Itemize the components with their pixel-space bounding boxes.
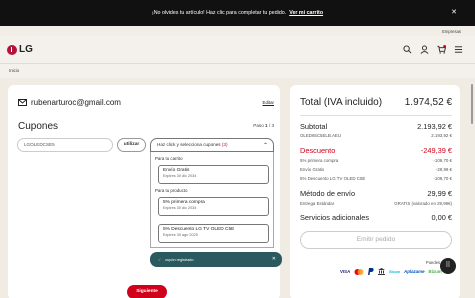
total-value: 1.974,52 € bbox=[404, 97, 452, 108]
user-icon[interactable] bbox=[420, 45, 429, 54]
user-email: rubenarturoc@gmail.com bbox=[31, 98, 121, 107]
cart-icon[interactable] bbox=[437, 45, 446, 54]
discount-item: 5% Descuento LG TV OLED C5E -109,70 € bbox=[300, 176, 452, 181]
discount-item: Envío Gratis -29,99 € bbox=[300, 167, 452, 172]
coupon-option-title: Envío Gratis bbox=[163, 168, 190, 173]
coupon-option[interactable]: 5% Descuento LG TV OLED C5E Expires 30 a… bbox=[158, 224, 269, 243]
place-order-button[interactable]: Emitir pedido bbox=[300, 231, 452, 249]
mail-icon bbox=[18, 99, 27, 106]
step-current: 1 bbox=[265, 123, 268, 128]
breadcrumb-home[interactable]: Inicio bbox=[9, 68, 19, 73]
toast-message: cupón registrado bbox=[165, 258, 194, 262]
banner-message: ¡No olvides tu artículo! Haz clic para c… bbox=[151, 10, 287, 16]
sku-label: OLED65C5ELB.AEU bbox=[300, 133, 341, 138]
section-title: Cupones bbox=[18, 121, 59, 132]
lg-logo[interactable]: LG bbox=[7, 44, 33, 55]
step-label: Paso bbox=[253, 123, 264, 128]
lg-logo-icon bbox=[7, 44, 17, 55]
discount-item-value: -29,99 € bbox=[435, 167, 452, 172]
logo-text: LG bbox=[19, 44, 33, 55]
sku-value: 2.193,92 € bbox=[431, 133, 452, 138]
step-indicator: Paso 1 / 3 bbox=[253, 123, 274, 128]
close-toast-icon[interactable]: ✕ bbox=[272, 256, 276, 262]
visa-logo: VISA bbox=[340, 269, 351, 274]
shipping-note: GRATIS (valorado en 29,99€) bbox=[394, 201, 452, 206]
discount-item-label: Envío Gratis bbox=[300, 167, 325, 172]
promo-banner[interactable]: ¡No olvides tu artículo! Haz clic para c… bbox=[0, 0, 475, 26]
site-header: LG bbox=[0, 36, 475, 64]
coupon-option-expiry: Expires 30 dic 2034 bbox=[163, 174, 197, 178]
payment-logos: VISA Bizum Aplazame Bizum bbox=[340, 268, 442, 275]
discount-item-label: 5% Descuento LG TV OLED C5E bbox=[300, 176, 366, 181]
coupon-input[interactable]: LGOLEDCSE5 bbox=[17, 138, 113, 152]
subtotal-value: 2.193,92 € bbox=[417, 122, 452, 131]
coupon-option[interactable]: 5% primera compra Expires 30 dic 2034 bbox=[158, 197, 269, 216]
discount-value: -249,39 € bbox=[420, 146, 452, 155]
menu-icon[interactable] bbox=[454, 45, 463, 54]
coupon-option-expiry: Expires 30 ago 2025 bbox=[163, 233, 198, 237]
utility-bar: Empresas bbox=[0, 26, 475, 36]
view-cart-link[interactable]: Ver mi carrito bbox=[289, 10, 323, 16]
coupon-dropdown-panel: Para tu carrito Envío Gratis Expires 30 … bbox=[150, 152, 274, 248]
coupon-count-badge: (3) bbox=[221, 142, 228, 147]
coupon-toast: ✓ cupón registrado ✕ bbox=[150, 252, 282, 267]
subtotal-row: Subtotal 2.193,92 € bbox=[300, 122, 452, 131]
subtotal-label: Subtotal bbox=[300, 122, 328, 131]
services-row: Servicios adicionales 0,00 € bbox=[300, 213, 452, 222]
services-label: Servicios adicionales bbox=[300, 213, 370, 222]
search-icon[interactable] bbox=[403, 45, 412, 54]
paypal-logo bbox=[368, 268, 374, 275]
checkout-card: rubenarturoc@gmail.com Editar Cupones Pa… bbox=[8, 85, 282, 298]
group-product-label: Para tu producto bbox=[155, 188, 188, 193]
coupon-option[interactable]: Envío Gratis Expires 30 dic 2034 bbox=[158, 165, 269, 184]
aplazame-logo: Aplazame bbox=[404, 269, 425, 274]
empresas-link[interactable]: Empresas bbox=[442, 29, 461, 34]
coupon-option-title: 5% primera compra bbox=[163, 200, 205, 205]
email-row: rubenarturoc@gmail.com bbox=[18, 98, 121, 107]
use-coupon-button[interactable]: utilizar bbox=[117, 138, 146, 152]
scrollbar[interactable] bbox=[471, 84, 473, 124]
bizum-logo: Bizum bbox=[389, 269, 401, 274]
discount-item-value: -109,70 € bbox=[433, 176, 452, 181]
group-cart-label: Para tu carrito bbox=[155, 156, 183, 161]
services-value: 0,00 € bbox=[431, 213, 452, 222]
shipping-row: Método de envío 29,99 € bbox=[300, 189, 452, 198]
shipping-value: 29,99 € bbox=[427, 189, 452, 198]
next-button[interactable]: Siguiente bbox=[127, 285, 167, 298]
discount-item-label: 5% primera compra bbox=[300, 158, 339, 163]
coupon-option-title: 5% Descuento LG TV OLED C5E bbox=[163, 227, 235, 232]
discount-row: Descuento -249,39 € bbox=[300, 146, 452, 155]
shipping-detail: Entrega Estándar GRATIS (valorado en 29,… bbox=[300, 201, 452, 206]
shipping-label: Método de envío bbox=[300, 189, 356, 198]
coupon-dropdown[interactable]: Haz click y selecciona cupones (3) ⌃ bbox=[150, 138, 274, 152]
edit-email-link[interactable]: Editar bbox=[263, 100, 274, 105]
check-icon: ✓ bbox=[158, 258, 162, 262]
close-icon[interactable]: ✕ bbox=[451, 8, 457, 16]
divider bbox=[300, 115, 452, 116]
mastercard-logo bbox=[354, 268, 364, 275]
total-label: Total (IVA incluido) bbox=[300, 97, 383, 108]
chevron-up-icon: ⌃ bbox=[262, 143, 268, 149]
chat-fab-icon[interactable]: ⠿ bbox=[440, 258, 456, 274]
coupon-option-expiry: Expires 30 dic 2034 bbox=[163, 206, 197, 210]
dropdown-label: Haz click y selecciona cupones bbox=[157, 142, 221, 147]
discount-item: 5% primera compra -109,70 € bbox=[300, 158, 452, 163]
step-total: / 3 bbox=[268, 123, 274, 128]
bank-logo bbox=[378, 268, 386, 275]
total-row: Total (IVA incluido) 1.974,52 € bbox=[300, 97, 452, 108]
bizum-logo-2: Bizum bbox=[428, 269, 442, 274]
order-summary: Total (IVA incluido) 1.974,52 € Subtotal… bbox=[290, 85, 460, 298]
discount-item-value: -109,70 € bbox=[433, 158, 452, 163]
breadcrumb: Inicio bbox=[0, 64, 475, 78]
discount-label: Descuento bbox=[300, 146, 336, 155]
shipping-type: Entrega Estándar bbox=[300, 201, 335, 206]
sku-row: OLED65C5ELB.AEU 2.193,92 € bbox=[300, 133, 452, 138]
